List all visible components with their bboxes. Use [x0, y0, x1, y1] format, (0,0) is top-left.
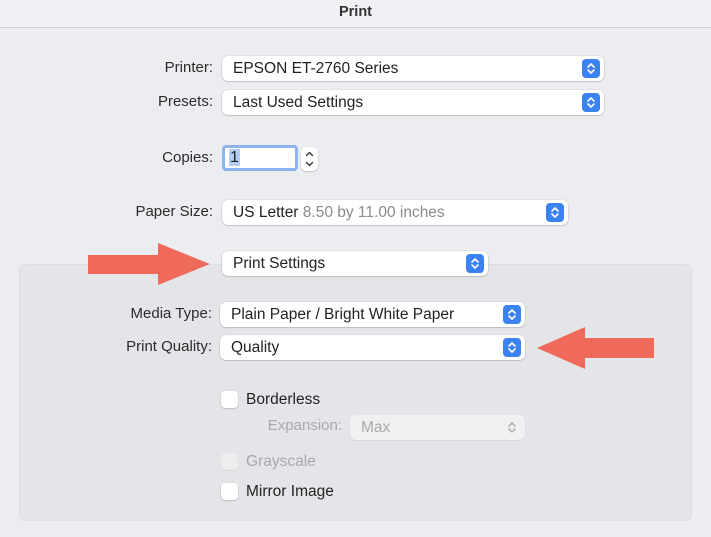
expansion-popup: Max: [350, 415, 525, 440]
paper-size-popup[interactable]: US Letter 8.50 by 11.00 inches: [222, 200, 568, 225]
arrow-right-icon: [88, 243, 210, 285]
grayscale-label: Grayscale: [246, 453, 316, 470]
copies-value: 1: [229, 149, 240, 166]
copies-label: Copies:: [162, 149, 213, 166]
printer-popup[interactable]: EPSON ET-2760 Series: [222, 56, 604, 81]
printer-value: EPSON ET-2760 Series: [233, 60, 399, 77]
presets-label: Presets:: [157, 93, 213, 110]
paper-size-value: US Letter: [233, 204, 303, 221]
popup-stepper-icon: [546, 203, 564, 222]
popup-stepper-icon: [582, 59, 600, 78]
window-title: Print: [338, 4, 373, 20]
section-popup[interactable]: Print Settings: [222, 251, 488, 276]
popup-stepper-icon: [503, 418, 521, 437]
copies-input[interactable]: 1: [222, 145, 298, 171]
media-type-label: Media Type:: [130, 305, 212, 322]
stepper-up-down-icon: [305, 151, 314, 167]
popup-stepper-icon: [503, 338, 521, 357]
print-quality-label: Print Quality:: [126, 338, 212, 355]
window-titlebar: Print: [0, 0, 711, 28]
print-quality-popup[interactable]: Quality: [220, 335, 525, 360]
media-type-popup[interactable]: Plain Paper / Bright White Paper: [220, 302, 525, 327]
copies-stepper[interactable]: [301, 147, 318, 171]
presets-popup[interactable]: Last Used Settings: [222, 90, 604, 115]
popup-stepper-icon: [503, 305, 521, 324]
grayscale-checkbox: [221, 453, 238, 470]
section-value: Print Settings: [233, 255, 326, 272]
presets-value: Last Used Settings: [233, 94, 364, 111]
expansion-label: Expansion:: [267, 417, 342, 434]
popup-stepper-icon: [466, 254, 484, 273]
borderless-checkbox[interactable]: [221, 391, 238, 408]
printer-label: Printer:: [164, 59, 213, 76]
paper-size-detail: 8.50 by 11.00 inches: [302, 204, 445, 221]
mirror-image-label: Mirror Image: [246, 483, 334, 500]
media-type-value: Plain Paper / Bright White Paper: [231, 306, 455, 323]
borderless-label: Borderless: [246, 391, 321, 408]
popup-stepper-icon: [582, 93, 600, 112]
mirror-image-checkbox[interactable]: [221, 483, 238, 500]
expansion-value: Max: [361, 419, 391, 436]
arrow-left-icon: [537, 327, 654, 369]
print-quality-value: Quality: [231, 339, 280, 356]
paper-size-label: Paper Size:: [135, 203, 213, 220]
